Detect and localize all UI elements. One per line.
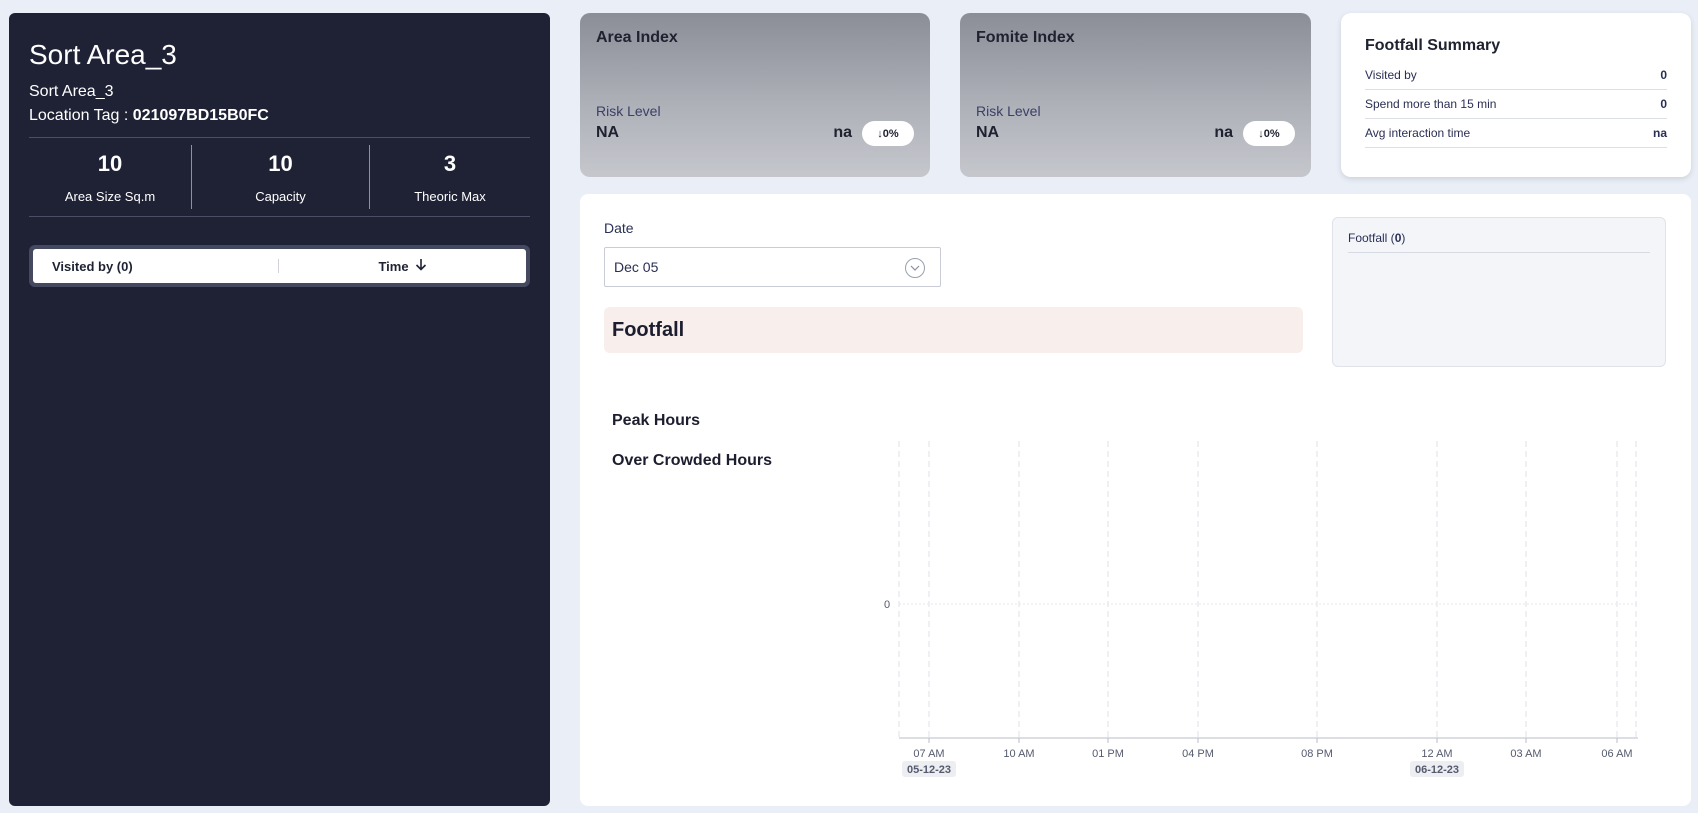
- sort-arrow-down-icon[interactable]: [415, 258, 427, 274]
- area-index-card: Area Index Risk Level NA na ↓ 0%: [580, 13, 930, 177]
- footfall-chart: 0Footfall07 AM10 AM01 PM04 PM08 PM12 AM0…: [884, 441, 1638, 777]
- fomite-index-title: Fomite Index: [976, 29, 1075, 46]
- stat-value: 3: [443, 150, 457, 176]
- stat-label: Theoric Max: [414, 188, 486, 204]
- footfall-list-box: Footfall (0): [1332, 217, 1666, 367]
- area-index-title: Area Index: [596, 29, 678, 46]
- footfall-list-title: Footfall (0): [1348, 231, 1650, 253]
- stat-value: 10: [97, 150, 123, 176]
- chart-x-tick-label: 06 AM: [1601, 748, 1632, 760]
- chart-x-tick-label: 08 PM: [1301, 748, 1333, 760]
- summary-row: Avg interaction time na: [1365, 119, 1667, 148]
- chevron-down-icon[interactable]: [905, 258, 925, 278]
- location-tag-label: Location Tag :: [29, 107, 133, 124]
- footfall-list-close: ): [1401, 231, 1406, 245]
- summary-row-value: 0: [1660, 68, 1667, 82]
- footfall-summary-card: Footfall Summary Visited by 0 Spend more…: [1341, 13, 1691, 177]
- stat-theoric-max: 3 Theoric Max: [369, 145, 530, 209]
- visitors-table-header: Visited by (0) Time: [29, 245, 530, 287]
- over-crowded-hours-label: Over Crowded Hours: [612, 452, 773, 469]
- chart-x-tick-label: 04 PM: [1182, 748, 1214, 760]
- stat-label: Area Size Sq.m: [64, 188, 156, 204]
- change-badge: ↓ 0%: [1243, 121, 1295, 146]
- stat-label: Capacity: [255, 188, 306, 204]
- summary-row: Spend more than 15 min 0: [1365, 90, 1667, 119]
- risk-level-label: Risk Level: [976, 103, 1041, 119]
- area-title: Sort Area_3: [29, 39, 177, 70]
- column-time-label: Time: [378, 258, 409, 274]
- footfall-summary-title: Footfall Summary: [1365, 37, 1501, 54]
- chart-x-tick-label: 03 AM: [1510, 748, 1541, 760]
- change-value: 0%: [882, 127, 899, 140]
- footfall-heading: Footfall: [604, 307, 1303, 353]
- chart-x-tick-label: 07 AM: [913, 748, 944, 760]
- area-subtitle: Sort Area_3: [29, 83, 114, 100]
- column-visited-by[interactable]: Visited by (0): [33, 259, 279, 274]
- fomite-index-card: Fomite Index Risk Level NA na ↓ 0%: [960, 13, 1311, 177]
- area-info-panel: Sort Area_3 Sort Area_3 Location Tag : 0…: [9, 13, 550, 806]
- risk-level-value: NA: [976, 124, 1000, 141]
- stat-value: 10: [268, 150, 293, 176]
- area-stats: 10 Area Size Sq.m 10 Capacity 3 Theoric …: [29, 137, 530, 217]
- change-value: 0%: [1263, 127, 1280, 140]
- summary-row-value: 0: [1660, 97, 1667, 111]
- chart-x-tick-label: 01 PM: [1092, 748, 1124, 760]
- stat-capacity: 10 Capacity: [191, 145, 369, 209]
- footfall-list-label: Footfall (: [1348, 231, 1395, 245]
- chart-x-tick-label: 10 AM: [1003, 748, 1034, 760]
- date-select[interactable]: Dec 05: [604, 247, 941, 287]
- date-select-value: Dec 05: [614, 259, 659, 275]
- chart-date-label: 05-12-23: [907, 764, 951, 776]
- chart-date-label: 06-12-23: [1415, 764, 1459, 776]
- risk-level-value: NA: [596, 124, 620, 141]
- peak-hours-label: Peak Hours: [612, 412, 701, 429]
- index-value: na: [833, 124, 852, 141]
- summary-row-label: Avg interaction time: [1365, 126, 1471, 140]
- summary-row-value: na: [1652, 126, 1667, 140]
- summary-row: Visited by 0: [1365, 61, 1667, 90]
- summary-row-label: Visited by: [1365, 68, 1417, 82]
- change-badge: ↓ 0%: [862, 121, 914, 146]
- chart-y-tick-label: 0: [884, 599, 890, 611]
- column-time[interactable]: Time: [279, 258, 526, 274]
- index-value: na: [1214, 124, 1233, 141]
- summary-row-label: Spend more than 15 min: [1365, 97, 1497, 111]
- footfall-panel: Date Dec 05 Footfall Footfall (0) Peak H…: [580, 194, 1691, 806]
- risk-level-label: Risk Level: [596, 103, 661, 119]
- location-tag-value: 021097BD15B0FC: [132, 107, 269, 124]
- date-label: Date: [604, 220, 634, 236]
- location-tag: Location Tag : 021097BD15B0FC: [29, 107, 530, 125]
- stat-area-size: 10 Area Size Sq.m: [29, 145, 191, 209]
- chart-x-tick-label: 12 AM: [1421, 748, 1452, 760]
